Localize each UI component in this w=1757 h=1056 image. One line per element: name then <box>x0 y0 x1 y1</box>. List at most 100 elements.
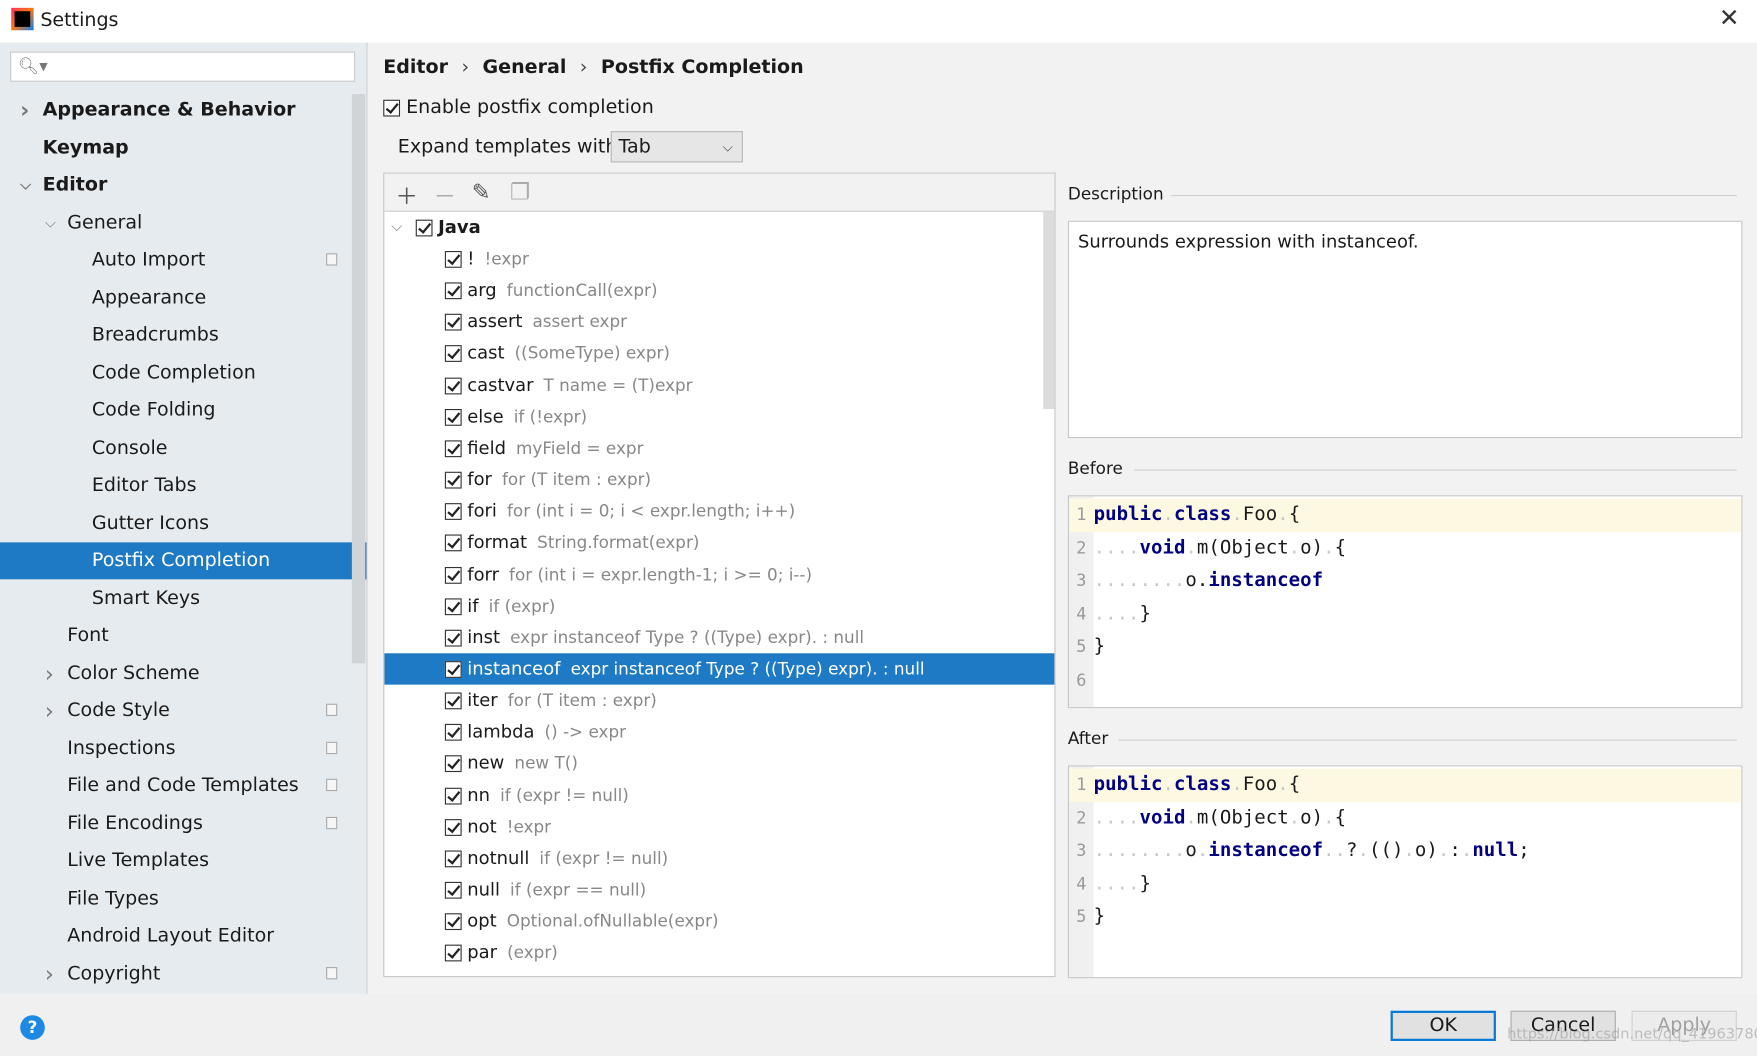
sidebar-item[interactable]: › Appearance & Behavior <box>0 92 352 129</box>
template-row[interactable]: fori for (int i = 0; i < expr.length; i++… <box>384 495 1043 526</box>
chevron-down-icon[interactable]: ⌵ <box>20 167 31 204</box>
sidebar-item[interactable]: Breadcrumbs <box>0 317 352 354</box>
checkbox-checked-icon[interactable] <box>415 219 433 237</box>
sidebar-item[interactable]: Android Layout Editor <box>0 918 352 955</box>
template-row[interactable]: new new T() <box>384 748 1043 779</box>
chevron-down-icon[interactable]: ⌵ <box>45 204 56 241</box>
checkbox-checked-icon[interactable] <box>444 724 462 741</box>
checkbox-checked-icon[interactable] <box>444 345 462 363</box>
template-key: if <box>467 594 479 616</box>
checkbox-checked-icon[interactable] <box>444 818 462 836</box>
sidebar-item[interactable]: Gutter Icons <box>0 505 352 542</box>
sidebar-item[interactable]: Console <box>0 430 352 467</box>
sidebar-item[interactable]: ⌵ Editor <box>0 167 352 204</box>
template-row[interactable]: nn if (expr != null) <box>384 779 1043 810</box>
template-group-java[interactable]: ⌵ Java <box>384 212 1043 243</box>
templates-scrollbar[interactable] <box>1043 211 1055 409</box>
template-key: opt <box>467 910 497 932</box>
sidebar-item[interactable]: ⌵ General <box>0 204 352 241</box>
sidebar-item[interactable]: Inspections <box>0 730 352 767</box>
checkbox-checked-icon[interactable] <box>444 471 462 489</box>
chevron-right-icon[interactable]: › <box>45 955 54 992</box>
checkbox-checked-icon[interactable] <box>444 944 462 962</box>
checkbox-checked-icon[interactable] <box>444 566 462 584</box>
sidebar-item[interactable]: Keymap <box>0 129 352 166</box>
sidebar-item[interactable]: Live Templates <box>0 843 352 880</box>
template-row[interactable]: lambda () -> expr <box>384 716 1043 747</box>
sidebar-item[interactable]: Font <box>0 617 352 654</box>
pencil-icon[interactable]: ✎ <box>472 178 491 205</box>
sidebar-item[interactable]: Auto Import <box>0 242 352 279</box>
checkbox-checked-icon[interactable] <box>444 282 462 300</box>
sidebar-item[interactable]: Editor Tabs <box>0 467 352 504</box>
template-row[interactable]: par (expr) <box>384 937 1043 968</box>
close-icon[interactable]: ✕ <box>1719 4 1740 32</box>
plus-icon[interactable]: ＋ <box>396 178 418 210</box>
checkbox-checked-icon[interactable] <box>444 534 462 552</box>
copy-icon[interactable]: ❐ <box>510 178 530 205</box>
sidebar-item[interactable]: Smart Keys <box>0 580 352 617</box>
template-row[interactable]: notnull if (expr != null) <box>384 842 1043 873</box>
checkbox-checked-icon[interactable] <box>444 881 462 899</box>
checkbox-checked-icon[interactable] <box>444 503 462 521</box>
sidebar-item[interactable]: Appearance <box>0 280 352 317</box>
checkbox-checked-icon[interactable] <box>444 913 462 931</box>
template-row[interactable]: castvar T name = (T)expr <box>384 369 1043 400</box>
template-row[interactable]: instanceof expr instanceof Type ? ((Type)… <box>384 653 1055 685</box>
chevron-right-icon[interactable]: › <box>45 655 54 692</box>
checkbox-checked-icon[interactable] <box>444 850 462 868</box>
template-row[interactable]: field myField = expr <box>384 432 1043 463</box>
code-token: m(Object <box>1196 806 1289 829</box>
template-row[interactable]: inst expr instanceof Type ? ((Type) expr)… <box>384 622 1043 653</box>
checkbox-checked-icon[interactable] <box>444 661 462 678</box>
template-row[interactable]: arg functionCall(expr) <box>384 275 1043 306</box>
template-row[interactable]: forr for (int i = expr.length-1; i >= 0; … <box>384 559 1043 590</box>
enable-postfix-checkbox[interactable]: Enable postfix completion <box>383 96 654 119</box>
help-icon[interactable]: ? <box>20 1015 45 1040</box>
chevron-down-icon[interactable]: ⌵ <box>391 212 402 243</box>
chevron-right-icon[interactable]: › <box>20 92 29 129</box>
sidebar-item[interactable]: Code Folding <box>0 392 352 429</box>
checkbox-checked-icon[interactable] <box>444 408 462 426</box>
sidebar-item[interactable]: Postfix Completion <box>0 542 367 580</box>
checkbox-checked-icon[interactable] <box>444 251 462 268</box>
checkbox-checked-icon[interactable] <box>444 629 462 647</box>
code-token: Foo <box>1242 503 1278 526</box>
template-row[interactable]: else if (!expr) <box>384 401 1043 432</box>
template-row[interactable]: not !expr <box>384 811 1043 842</box>
template-row[interactable]: if if (expr) <box>384 590 1043 621</box>
sidebar-item[interactable]: File Types <box>0 880 352 917</box>
template-row[interactable]: iter for (T item : expr) <box>384 685 1043 716</box>
sidebar-item[interactable]: › Code Style <box>0 692 352 729</box>
template-row[interactable]: cast ((SomeType) expr) <box>384 338 1043 369</box>
checkbox-checked-icon[interactable] <box>444 440 462 458</box>
template-row[interactable]: assert assert expr <box>384 306 1043 337</box>
template-row[interactable]: opt Optional.ofNullable(expr) <box>384 906 1043 937</box>
checkbox-checked-icon[interactable] <box>444 787 462 805</box>
template-row[interactable]: for for (T item : expr) <box>384 464 1043 495</box>
chevron-right-icon[interactable]: › <box>45 692 54 729</box>
sidebar-item[interactable]: Code Completion <box>0 355 352 392</box>
checkbox-checked-icon[interactable] <box>444 597 462 615</box>
checkbox-checked-icon[interactable] <box>444 314 462 331</box>
template-row[interactable]: format String.format(expr) <box>384 527 1043 558</box>
sidebar-item[interactable]: › Copyright <box>0 955 352 992</box>
sidebar-item[interactable]: › Color Scheme <box>0 655 352 692</box>
settings-search-input[interactable]: 🔍︎▾ <box>10 51 356 82</box>
sidebar-item[interactable]: File Encodings <box>0 805 352 842</box>
checkbox-checked-icon[interactable] <box>383 99 401 116</box>
expand-templates-select[interactable]: Tab ⌵ <box>610 131 743 163</box>
template-row[interactable]: ! !expr <box>384 243 1043 274</box>
breadcrumb-general[interactable]: General <box>483 56 567 78</box>
ok-button[interactable]: OK <box>1390 1010 1496 1041</box>
minus-icon[interactable]: － <box>434 178 456 210</box>
checkbox-checked-icon[interactable] <box>444 755 462 773</box>
checkbox-checked-icon[interactable] <box>444 377 462 394</box>
sidebar-item-label: Auto Import <box>91 248 206 272</box>
template-row[interactable]: null if (expr == null) <box>384 874 1043 905</box>
checkbox-checked-icon[interactable] <box>444 692 462 710</box>
code-token: public <box>1093 773 1163 796</box>
sidebar-scrollbar[interactable] <box>351 94 366 664</box>
breadcrumb-editor[interactable]: Editor <box>383 56 448 78</box>
sidebar-item[interactable]: File and Code Templates <box>0 768 352 805</box>
